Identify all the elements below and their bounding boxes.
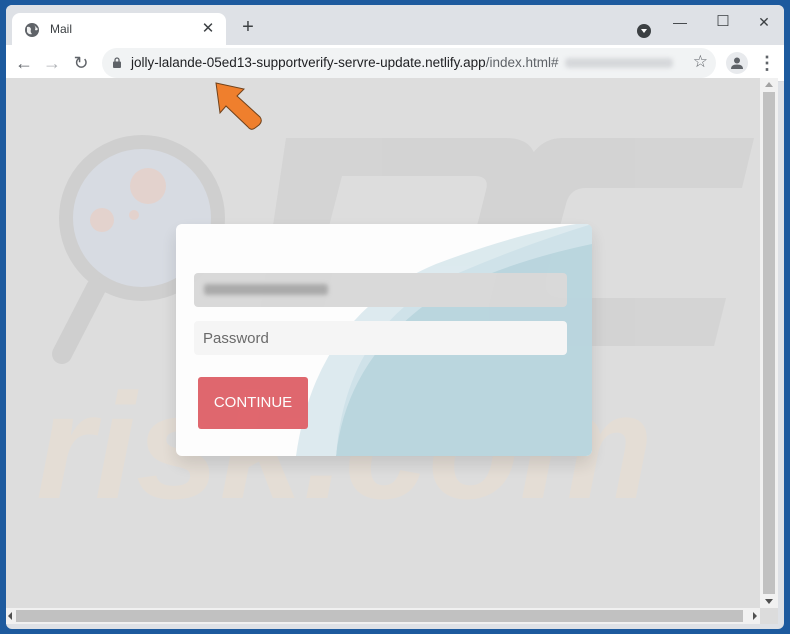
window-close-button[interactable]: ✕ [744,9,784,35]
scroll-up-arrow-icon[interactable] [765,82,773,87]
forward-button[interactable]: → [40,51,64,75]
reload-button[interactable]: ↻ [69,51,93,75]
tab-strip: Mail ✕ + — ☐ ✕ [6,5,784,47]
tab-close-icon[interactable]: ✕ [198,19,218,39]
scrollbar-corner [760,608,778,624]
lock-icon [113,57,121,68]
url-host: jolly-lalande-05ed13-supportverify-servr… [131,55,486,70]
minimize-button[interactable]: — [660,9,700,35]
address-bar[interactable]: jolly-lalande-05ed13-supportverify-servr… [102,48,716,78]
maximize-button[interactable]: ☐ [703,9,743,35]
bookmark-star-icon[interactable]: ☆ [693,52,708,72]
tab-mail[interactable]: Mail ✕ [12,13,226,47]
login-card: CONTINUE [176,224,592,456]
horizontal-scroll-thumb[interactable] [16,610,743,622]
tab-title: Mail [50,22,73,36]
vertical-scrollbar[interactable] [760,78,778,608]
email-field[interactable] [194,273,567,307]
toolbar: ← → ↻ jolly-lalande-05ed13-supportverify… [6,45,784,82]
url-path: /index.html# [485,55,559,70]
vertical-scroll-thumb[interactable] [763,92,775,594]
page-viewport: risk.com CONTINUE [6,78,760,608]
annotation-arrow-icon [215,82,262,130]
new-tab-button[interactable]: + [238,17,258,37]
email-value-redacted [204,284,328,295]
browser-menu-icon[interactable]: ⋮ [758,52,776,74]
profile-avatar[interactable] [726,52,748,74]
horizontal-scrollbar[interactable] [6,608,760,624]
password-field[interactable] [194,321,567,355]
scroll-left-arrow-icon[interactable] [8,612,12,620]
tab-search-button[interactable] [637,24,651,38]
back-button[interactable]: ← [12,51,36,75]
person-icon [731,57,743,69]
url-text: jolly-lalande-05ed13-supportverify-servr… [131,55,673,70]
url-fragment-redacted [564,58,673,69]
globe-icon [25,23,39,37]
scroll-down-arrow-icon[interactable] [765,599,773,604]
scroll-right-arrow-icon[interactable] [753,612,757,620]
continue-button[interactable]: CONTINUE [198,377,308,429]
